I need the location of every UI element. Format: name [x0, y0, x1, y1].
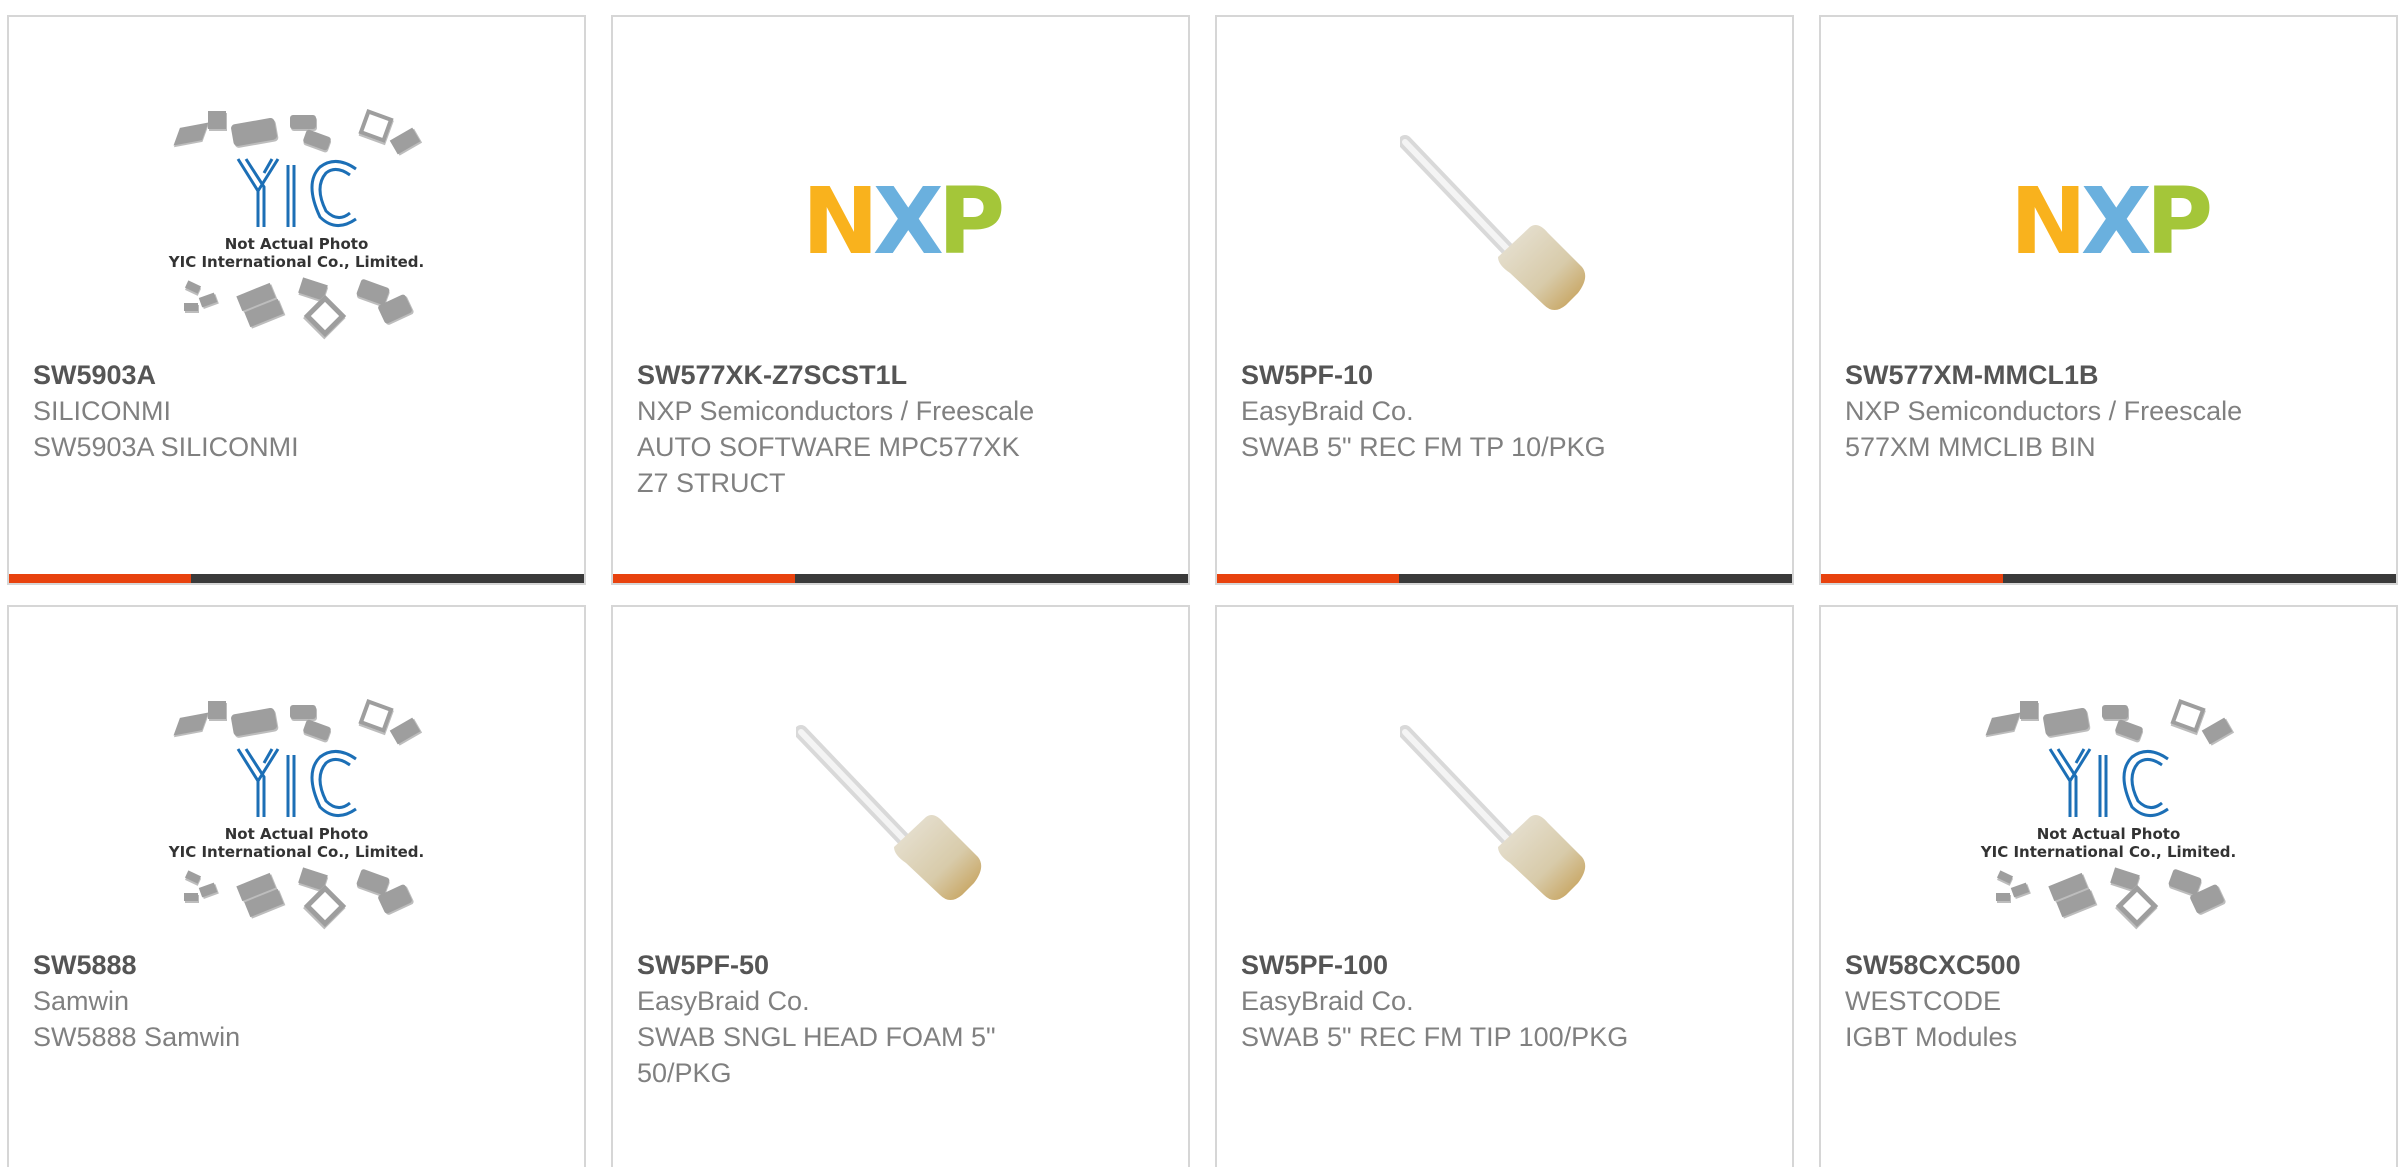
- product-manufacturer: EasyBraid Co.: [1241, 396, 1414, 426]
- product-image[interactable]: NXP: [1821, 77, 2396, 367]
- product-part-number[interactable]: SW577XK-Z7SCST1L: [637, 357, 1164, 393]
- card-accent-bar: [1821, 574, 2003, 583]
- product-card[interactable]: Not Actual Photo YIC International Co., …: [7, 15, 586, 585]
- product-part-number[interactable]: SW5PF-50: [637, 947, 1164, 983]
- yic-logo-icon: [236, 158, 357, 227]
- placeholder-caption: Not Actual Photo YIC International Co., …: [1980, 825, 2237, 861]
- product-image[interactable]: [1217, 667, 1792, 957]
- yic-logo-icon: [236, 748, 357, 817]
- product-part-number[interactable]: SW5PF-100: [1241, 947, 1768, 983]
- product-card[interactable]: NXP SW577XM-MMCL1B NXP Semiconductors / …: [1819, 15, 2398, 585]
- placeholder-caption: Not Actual Photo YIC International Co., …: [168, 825, 425, 861]
- product-description: SW5888 Samwin: [33, 1022, 241, 1052]
- product-manufacturer: SILICONMI: [33, 396, 172, 426]
- yic-placeholder-image: Not Actual Photo YIC International Co., …: [1974, 687, 2244, 937]
- product-manufacturer: EasyBraid Co.: [1241, 986, 1414, 1016]
- product-part-number[interactable]: SW577XM-MMCL1B: [1845, 357, 2372, 393]
- product-image[interactable]: NXP: [613, 77, 1188, 367]
- product-description: SWAB 5" REC FM TP 10/PKG: [1241, 432, 1606, 462]
- yic-placeholder-image: Not Actual Photo YIC International Co., …: [162, 687, 432, 937]
- product-image[interactable]: [613, 667, 1188, 957]
- product-grid: Not Actual Photo YIC International Co., …: [0, 0, 2400, 1167]
- foam-swab-icon: [1399, 135, 1585, 310]
- product-part-number[interactable]: SW58CXC500: [1845, 947, 2372, 983]
- product-manufacturer: Samwin: [33, 986, 130, 1016]
- card-bottom-bar: [9, 574, 584, 583]
- product-description: SWAB SNGL HEAD FOAM 5" 50/PKG: [637, 1022, 996, 1088]
- product-card[interactable]: Not Actual Photo YIC International Co., …: [7, 605, 586, 1167]
- product-image[interactable]: Not Actual Photo YIC International Co., …: [9, 77, 584, 367]
- product-description: IGBT Modules: [1845, 1022, 2018, 1052]
- product-part-number[interactable]: SW5888: [33, 947, 560, 983]
- product-card[interactable]: SW5PF-100 EasyBraid Co. SWAB 5" REC FM T…: [1215, 605, 1794, 1167]
- product-manufacturer: EasyBraid Co.: [637, 986, 810, 1016]
- card-bottom-bar: [1217, 574, 1792, 583]
- card-accent-bar: [1217, 574, 1399, 583]
- nxp-logo-icon: NXP: [2009, 168, 2213, 275]
- card-bottom-bar: [613, 574, 1188, 583]
- product-description: SWAB 5" REC FM TIP 100/PKG: [1241, 1022, 1629, 1052]
- product-description: AUTO SOFTWARE MPC577XK Z7 STRUCT: [637, 432, 1020, 498]
- product-image[interactable]: Not Actual Photo YIC International Co., …: [9, 667, 584, 957]
- product-part-number[interactable]: SW5903A: [33, 357, 560, 393]
- product-card[interactable]: NXP SW577XK-Z7SCST1L NXP Semiconductors …: [611, 15, 1190, 585]
- product-card[interactable]: SW5PF-10 EasyBraid Co. SWAB 5" REC FM TP…: [1215, 15, 1794, 585]
- product-manufacturer: WESTCODE: [1845, 986, 2002, 1016]
- yic-placeholder-image: Not Actual Photo YIC International Co., …: [162, 97, 432, 347]
- product-card[interactable]: SW5PF-50 EasyBraid Co. SWAB SNGL HEAD FO…: [611, 605, 1190, 1167]
- foam-swab-icon: [795, 725, 981, 900]
- product-image[interactable]: Not Actual Photo YIC International Co., …: [1821, 667, 2396, 957]
- card-accent-bar: [613, 574, 795, 583]
- foam-swab-icon: [1399, 725, 1585, 900]
- product-card[interactable]: Not Actual Photo YIC International Co., …: [1819, 605, 2398, 1167]
- yic-logo-icon: [2048, 748, 2169, 817]
- product-part-number[interactable]: SW5PF-10: [1241, 357, 1768, 393]
- card-accent-bar: [9, 574, 191, 583]
- product-manufacturer: NXP Semiconductors / Freescale: [637, 396, 1035, 426]
- product-manufacturer: NXP Semiconductors / Freescale: [1845, 396, 2243, 426]
- product-image[interactable]: [1217, 77, 1792, 367]
- product-description: 577XM MMCLIB BIN: [1845, 432, 2096, 462]
- card-bottom-bar: [1821, 574, 2396, 583]
- placeholder-caption: Not Actual Photo YIC International Co., …: [168, 235, 425, 271]
- product-description: SW5903A SILICONMI: [33, 432, 299, 462]
- nxp-logo-icon: NXP: [801, 168, 1005, 275]
